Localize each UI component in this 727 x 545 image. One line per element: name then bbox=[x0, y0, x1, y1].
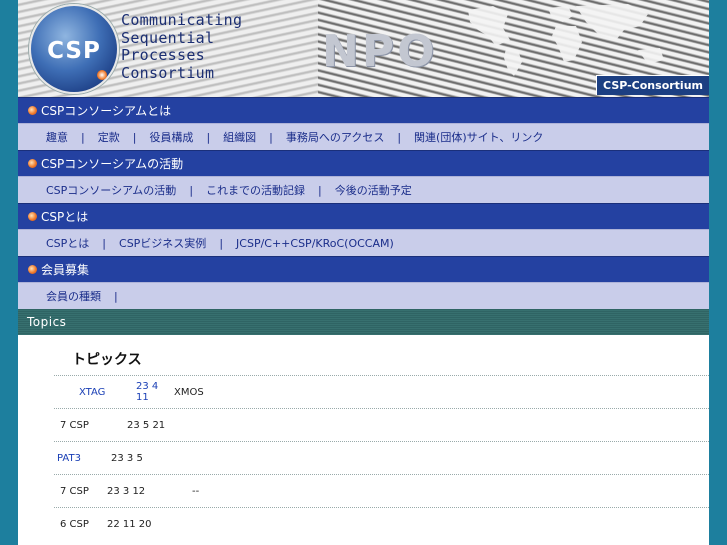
nav-section-about[interactable]: CSPコンソーシアムとは bbox=[18, 97, 709, 123]
news-item: XTAG 23 4 11 XMOS bbox=[54, 375, 709, 408]
page-frame: CSP Communicating Sequential Processes C… bbox=[18, 0, 709, 545]
news-link[interactable]: PAT3 bbox=[57, 453, 111, 464]
news-item: PAT3 23 3 5 bbox=[54, 441, 709, 474]
nav-link-related-sites[interactable]: 関連(団体)サイト、リンク bbox=[414, 129, 543, 145]
nav-links-membership: 会員の種類 | bbox=[18, 282, 709, 309]
bullet-icon bbox=[28, 106, 37, 115]
nav-link-future-plans[interactable]: 今後の活動予定 bbox=[335, 182, 412, 198]
news-item: 6 CSP 22 11 20 bbox=[54, 507, 709, 540]
news-item: 7 CSP 23 3 12 -- bbox=[54, 474, 709, 507]
news-date: 23 3 12 bbox=[107, 485, 146, 497]
news-date: 22 11 20 bbox=[107, 518, 152, 530]
nav-link-articles[interactable]: 定款 bbox=[98, 129, 120, 145]
news-item: 7 CSP 23 5 21 bbox=[54, 408, 709, 441]
nav-link-officers[interactable]: 役員構成 bbox=[149, 129, 193, 145]
nav-section-title: CSPコンソーシアムの活動 bbox=[41, 157, 184, 171]
logo-text: CSP bbox=[47, 38, 101, 64]
nav-link-business-cases[interactable]: CSPビジネス実例 bbox=[119, 235, 206, 251]
news-text: 6 CSP bbox=[60, 518, 89, 530]
news-text: -- bbox=[192, 485, 200, 497]
nav-link-activity-records[interactable]: これまでの活動記録 bbox=[206, 182, 305, 198]
nav-link-purpose[interactable]: 趣意 bbox=[46, 129, 68, 145]
tagline-line: Processes bbox=[121, 46, 205, 64]
news-date: 23 5 21 bbox=[127, 419, 166, 431]
tagline-line: Communicating bbox=[121, 11, 243, 29]
topics-bar: Topics bbox=[18, 309, 709, 335]
news-link[interactable]: XTAG bbox=[79, 387, 136, 398]
topics-content: トピックス XTAG 23 4 11 XMOS 7 CSP 23 5 21 PA… bbox=[18, 349, 709, 540]
nav-link-member-types[interactable]: 会員の種類 bbox=[46, 288, 101, 304]
nav-links-activities: CSPコンソーシアムの活動 | これまでの活動記録 | 今後の活動予定 bbox=[18, 176, 709, 203]
nav-section-title: 会員募集 bbox=[41, 263, 90, 277]
logo-dot-icon bbox=[97, 70, 107, 80]
news-text: XMOS bbox=[174, 386, 204, 398]
nav-links-csp: CSPとは | CSPビジネス実例 | JCSP/C++CSP/KRoC(OCC… bbox=[18, 229, 709, 256]
npo-label: NPO bbox=[322, 26, 438, 77]
tagline-line: Consortium bbox=[121, 63, 215, 82]
nav-link-organization[interactable]: 組織図 bbox=[223, 129, 256, 145]
nav-section-membership[interactable]: 会員募集 bbox=[18, 256, 709, 282]
nav-links-about: 趣意 | 定款 | 役員構成 | 組織図 | 事務局へのアクセス | 関連(団体… bbox=[18, 123, 709, 150]
nav-link-what-is-csp[interactable]: CSPとは bbox=[46, 235, 89, 251]
news-text: 7 CSP bbox=[60, 485, 89, 497]
bullet-icon bbox=[28, 265, 37, 274]
news-date: 23 4 11 bbox=[136, 381, 159, 403]
nav-link-activities[interactable]: CSPコンソーシアムの活動 bbox=[46, 182, 176, 198]
news-text: 7 CSP bbox=[60, 419, 89, 431]
bullet-icon bbox=[28, 159, 37, 168]
topics-title: トピックス bbox=[72, 352, 142, 368]
nav-section-title: CSPとは bbox=[41, 210, 89, 224]
nav-link-access[interactable]: 事務局へのアクセス bbox=[286, 129, 384, 145]
consortium-badge: CSP-Consortium bbox=[596, 75, 709, 95]
csp-logo[interactable]: CSP bbox=[29, 4, 119, 94]
site-tagline: Communicating Sequential Processes Conso… bbox=[121, 11, 243, 82]
site-header: CSP Communicating Sequential Processes C… bbox=[18, 0, 709, 97]
nav-section-activities[interactable]: CSPコンソーシアムの活動 bbox=[18, 150, 709, 176]
nav-section-title: CSPコンソーシアムとは bbox=[41, 104, 172, 118]
nav-section-csp[interactable]: CSPとは bbox=[18, 203, 709, 229]
tagline-line: Sequential bbox=[121, 28, 215, 47]
world-map-icon bbox=[468, 4, 664, 76]
news-date: 23 3 5 bbox=[111, 452, 143, 464]
nav-link-jcsp[interactable]: JCSP/C++CSP/KRoC(OCCAM) bbox=[236, 237, 394, 250]
bullet-icon bbox=[28, 212, 37, 221]
